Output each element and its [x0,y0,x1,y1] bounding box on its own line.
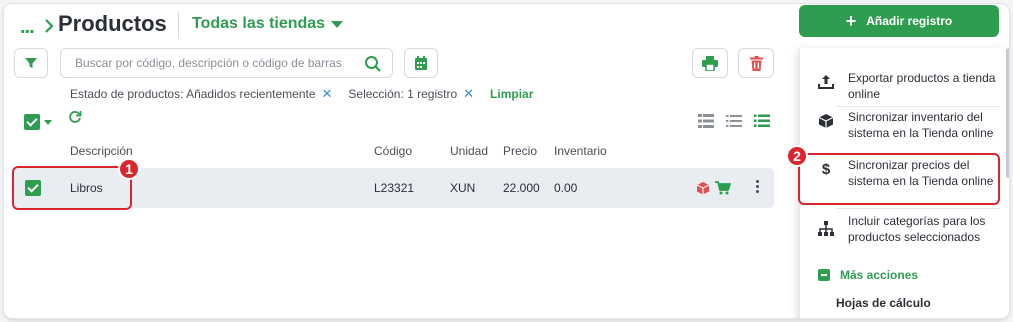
active-filters: Estado de productos: Añadidos recienteme… [70,86,533,102]
add-record-label: Añadir registro [866,14,953,28]
grid-view-icon[interactable] [698,114,714,128]
column-header-inventory[interactable]: Inventario [554,144,607,158]
store-select[interactable]: Todas las tiendas [192,15,344,33]
filter-status-label: Estado de productos: Añadidos recienteme… [70,87,316,101]
search-input[interactable] [75,56,345,70]
menu-item-include-categories[interactable]: Incluir categorías para los productos se… [800,213,1000,245]
more-actions-toggle[interactable]: Más acciones [818,268,918,282]
cell-unit: XUN [450,181,476,195]
caret-down-icon [331,20,344,28]
online-store-box-icon [696,182,710,195]
list-view-icon[interactable] [726,114,742,128]
menu-divider [836,208,1000,209]
more-actions-label: Más acciones [840,268,919,282]
menu-scrollbar[interactable] [1006,48,1009,178]
plus-icon: + [845,11,857,31]
remove-selection-filter-icon[interactable]: ✕ [463,86,474,102]
column-header-price[interactable]: Precio [503,144,537,158]
compact-list-view-icon[interactable] [754,114,770,128]
menu-item-sync-inventory[interactable]: Sincronizar inventario del sistema en la… [800,109,1000,141]
products-page: ... Productos Todas las tiendas + Añadir… [4,4,1009,318]
funnel-icon [25,58,37,68]
add-record-button[interactable]: + Añadir registro [799,5,999,37]
search-box [60,48,393,78]
menu-item-label: Exportar productos a tienda online [848,71,996,101]
cell-price: 22.000 [503,181,540,195]
cell-inventory: 0.00 [554,181,578,195]
header-divider [178,12,179,38]
menu-divider [836,106,1000,107]
filter-selection-label: Selección: 1 registro [348,87,458,101]
trash-icon [749,55,763,71]
menu-item-label: Incluir categorías para los productos se… [848,214,986,244]
breadcrumb-back[interactable]: ... [20,16,35,39]
highlight-box-row [12,166,132,210]
cell-code: L23321 [374,181,415,195]
search-icon[interactable] [364,55,382,73]
select-all-checkbox[interactable] [24,114,40,130]
column-header-unit[interactable]: Unidad [450,144,488,158]
calendar-button[interactable] [404,48,438,78]
filter-button[interactable] [14,48,48,78]
remove-status-filter-icon[interactable]: ✕ [322,86,333,102]
delete-button[interactable] [738,48,774,78]
column-header-code[interactable]: Código [374,144,412,158]
calendar-icon [415,55,427,70]
box-icon [818,114,834,128]
row-actions-icon[interactable] [756,180,760,193]
printer-icon [702,55,718,71]
collapse-icon [818,269,830,281]
chevron-right-icon [45,19,54,33]
view-mode-switcher [698,114,770,128]
column-header-description[interactable]: Descripción [70,144,133,158]
refresh-icon[interactable] [68,110,82,124]
print-button[interactable] [692,48,728,78]
page-title: Productos [58,11,167,36]
menu-item-export-products[interactable]: Exportar productos a tienda online [800,70,1000,102]
caret-down-icon [44,119,52,125]
spreadsheets-heading: Hojas de cálculo [836,296,931,310]
upload-icon [818,75,834,89]
select-all-toggle[interactable] [24,114,52,130]
hierarchy-icon [818,221,834,236]
cart-icon [715,181,731,195]
step-badge-1: 1 [118,158,140,180]
clear-filters-link[interactable]: Limpiar [490,87,533,101]
highlight-box-sync-prices [798,153,1000,205]
store-select-label: Todas las tiendas [192,15,326,32]
step-badge-2: 2 [786,145,808,167]
menu-item-label: Sincronizar inventario del sistema en la… [848,110,994,140]
